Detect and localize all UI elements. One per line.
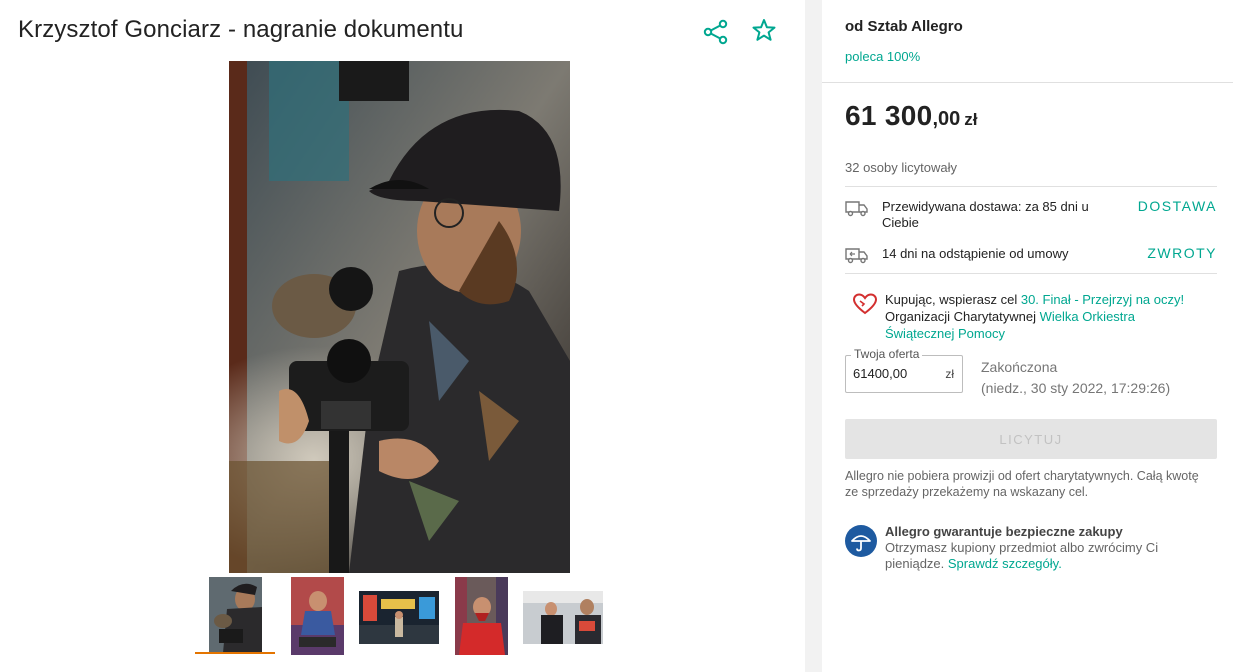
price-decimal: ,00 xyxy=(932,108,961,130)
charity-middle: Organizacji Charytatywnej xyxy=(885,309,1040,324)
share-icon[interactable] xyxy=(702,18,730,46)
bid-button[interactable]: LICYTUJ xyxy=(845,419,1217,459)
auction-status-label: Zakończona xyxy=(981,359,1058,375)
price-currency: zł xyxy=(964,110,978,129)
gallery-thumbnail[interactable] xyxy=(209,577,262,653)
active-thumbnail-indicator xyxy=(195,652,275,654)
divider xyxy=(845,273,1217,274)
auction-status: Zakończona (niedz., 30 sty 2022, 17:29:2… xyxy=(981,357,1170,399)
seller-rating[interactable]: poleca 100% xyxy=(845,49,920,64)
seller-name[interactable]: od Sztab Allegro xyxy=(845,18,963,35)
charity-prefix: Kupując, wspierasz cel xyxy=(885,292,1021,307)
column-divider xyxy=(805,0,822,672)
guarantee-details-link[interactable]: Sprawdź szczegóły. xyxy=(948,556,1062,571)
gallery-thumbnail[interactable] xyxy=(455,577,508,655)
return-truck-icon xyxy=(845,245,869,265)
offer-label: Twoja oferta xyxy=(851,347,923,361)
gallery-thumbnail[interactable] xyxy=(359,591,439,644)
guarantee-title: Allegro gwarantuje bezpieczne zakupy xyxy=(885,524,1123,539)
fee-note: Allegro nie pobiera prowizji od ofert ch… xyxy=(845,469,1199,499)
umbrella-icon xyxy=(845,525,877,557)
main-product-photo[interactable] xyxy=(229,61,570,573)
offer-currency: zł xyxy=(945,367,954,381)
product-gallery-panel: Krzysztof Gonciarz - nagranie dokumentu xyxy=(0,0,805,672)
guarantee-info: Allegro gwarantuje bezpieczne zakupy Otr… xyxy=(885,524,1215,572)
bidders-count: 32 osoby licytowały xyxy=(845,160,957,175)
price: 61 300,00 zł xyxy=(845,100,978,132)
product-title: Krzysztof Gonciarz - nagranie dokumentu xyxy=(18,16,464,43)
gallery-thumbnail[interactable] xyxy=(291,577,344,655)
divider xyxy=(845,186,1217,187)
offer-input[interactable] xyxy=(853,366,933,381)
offer-field: Twoja oferta zł xyxy=(845,347,963,393)
price-integer: 61 300 xyxy=(845,100,933,131)
auction-end-date: (niedz., 30 sty 2022, 17:29:26) xyxy=(981,380,1171,396)
returns-policy: 14 dni na odstąpienie od umowy xyxy=(882,246,1069,261)
delivery-estimate: Przewidywana dostawa: za 85 dni u Ciebie xyxy=(882,199,1089,230)
delivery-link[interactable]: DOSTAWA xyxy=(1138,198,1217,214)
purchase-panel: od Sztab Allegro poleca 100% 61 300,00 zł… xyxy=(822,0,1233,672)
gallery-thumbnail[interactable] xyxy=(523,591,603,644)
divider xyxy=(822,82,1233,83)
truck-icon xyxy=(845,198,869,218)
heart-icon xyxy=(852,292,878,316)
star-icon[interactable] xyxy=(750,17,778,45)
returns-link[interactable]: ZWROTY xyxy=(1147,245,1217,261)
charity-goal-link[interactable]: 30. Finał - Przejrzyj na oczy! xyxy=(1021,292,1184,307)
charity-info: Kupując, wspierasz cel 30. Finał - Przej… xyxy=(885,291,1205,342)
